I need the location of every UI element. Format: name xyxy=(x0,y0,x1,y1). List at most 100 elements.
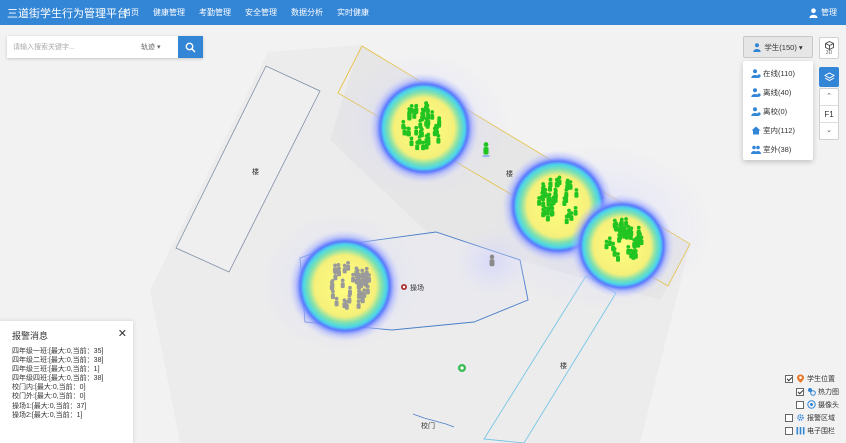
search-bar: 轨迹 ▾ xyxy=(7,36,203,58)
floor-switcher: ⌃ F1 ⌄ xyxy=(819,88,839,140)
student-figure xyxy=(631,250,636,260)
nav-home[interactable]: 首页 xyxy=(123,7,139,18)
search-mode-label: 轨迹 xyxy=(141,44,155,51)
search-button[interactable] xyxy=(178,36,203,58)
user-label: 管理 xyxy=(821,8,837,17)
layer-checkbox[interactable] xyxy=(785,413,793,422)
menu-item-outdoor[interactable]: 室外(38) xyxy=(743,140,813,159)
layers-button[interactable] xyxy=(819,67,839,87)
user-icon xyxy=(753,42,762,52)
layer-checkbox[interactable] xyxy=(796,400,804,409)
map-label-building-left: 楼 xyxy=(252,169,259,176)
student-filter-menu: 在线(110) 离线(40) 离校(0) 室内(112) 室外(38) xyxy=(743,61,813,160)
alarm-line: 四年级三班:[最大:0,当前：1] xyxy=(12,366,100,374)
student-figure xyxy=(541,197,546,208)
close-icon[interactable]: ✕ xyxy=(118,327,127,340)
student-figure xyxy=(421,140,426,151)
student-figure xyxy=(351,272,356,283)
student-figure xyxy=(537,196,542,206)
app-title: 三道街学生行为管理平台 xyxy=(7,7,128,20)
nav-safety[interactable]: 安全管理 xyxy=(245,7,277,18)
user-left-icon xyxy=(751,107,761,116)
floor-down-icon[interactable]: ⌄ xyxy=(826,123,832,139)
layer-label: 电子围栏 xyxy=(807,427,835,435)
menu-item-label: 离线(40) xyxy=(763,88,792,97)
student-figure xyxy=(414,125,419,136)
menu-item-label: 在线(110) xyxy=(763,69,795,78)
menu-item-label: 离校(0) xyxy=(763,107,788,116)
heatmap-blob xyxy=(369,73,479,183)
map-label-playground: 操场 xyxy=(410,285,424,292)
user-menu[interactable]: 管理 xyxy=(809,7,837,18)
student-figure xyxy=(614,221,619,232)
search-icon xyxy=(185,42,196,53)
floor-up-icon[interactable]: ⌃ xyxy=(826,89,832,105)
alarm-line: 操场1:[最大:0,当前：37] xyxy=(12,402,87,410)
student-figure xyxy=(549,206,554,217)
menu-item-label: 室外(38) xyxy=(763,145,792,154)
student-filter-button[interactable]: 学生(150) ▾ xyxy=(743,36,813,58)
alarm-line: 校门内:[最大:0,当前：0] xyxy=(12,384,86,392)
layer-camera[interactable]: 摄像头 xyxy=(785,398,846,411)
student-figure xyxy=(436,133,441,144)
student-filter-label: 学生(150) xyxy=(764,42,797,52)
student-figure xyxy=(432,126,437,137)
home-icon xyxy=(751,126,761,135)
menu-item-indoor[interactable]: 室内(112) xyxy=(743,121,813,140)
student-figure xyxy=(574,188,579,198)
layer-electronic-fence[interactable]: 电子围栏 xyxy=(785,424,846,437)
nav-realtime-health[interactable]: 实时健康 xyxy=(337,7,369,18)
layer-alarm-area[interactable]: 报警区域 xyxy=(785,411,846,424)
gear-icon xyxy=(797,414,804,421)
menu-item-left-school[interactable]: 离校(0) xyxy=(743,102,813,121)
student-figure xyxy=(337,266,341,277)
layer-checkbox[interactable] xyxy=(785,374,793,383)
alarm-title: 报警消息 xyxy=(12,331,49,341)
menu-item-online[interactable]: 在线(110) xyxy=(743,64,813,83)
group-icon xyxy=(751,145,761,154)
view-3d-button[interactable]: 3D xyxy=(819,37,839,59)
location-pin-icon xyxy=(797,374,804,383)
layer-label: 热力图 xyxy=(818,388,839,396)
floor-current[interactable]: F1 xyxy=(820,105,838,123)
student-figure xyxy=(628,230,633,240)
student-figure xyxy=(334,296,339,307)
layer-checkbox[interactable] xyxy=(785,426,793,435)
student-figure xyxy=(415,140,420,151)
heatmap-icon xyxy=(808,388,816,396)
alarm-line: 校门外:[最大:0,当前：0] xyxy=(12,393,86,401)
student-figure xyxy=(412,109,417,119)
alarm-line: 四年级四班:[最大:0,当前：38] xyxy=(12,375,104,383)
nav-health[interactable]: 健康管理 xyxy=(153,7,185,18)
student-figure xyxy=(562,196,567,206)
top-nav-bar: 三道街学生行为管理平台 首页 健康管理 考勤管理 安全管理 数据分析 实时健康 … xyxy=(0,0,846,25)
layer-student-location[interactable]: 学生位置 xyxy=(785,372,846,385)
layer-legend: 学生位置 热力图 摄像头 报警区域 电子围栏 xyxy=(785,372,846,437)
alarm-panel: 报警消息 ✕ 四年级一班:[最大:0,当前：35] 四年级二班:[最大:0,当前… xyxy=(0,321,133,443)
student-marker[interactable] xyxy=(483,142,489,155)
student-figure xyxy=(541,207,546,218)
student-figure xyxy=(365,284,370,295)
student-figure xyxy=(333,270,338,281)
student-figure xyxy=(344,300,349,310)
student-figure xyxy=(360,293,365,304)
student-figure xyxy=(616,252,620,262)
student-figure xyxy=(407,110,412,121)
layer-heatmap[interactable]: 热力图 xyxy=(785,385,846,398)
heatmap-blob xyxy=(570,194,674,298)
student-figure xyxy=(554,177,559,188)
layer-checkbox[interactable] xyxy=(796,387,804,396)
nav-attendance[interactable]: 考勤管理 xyxy=(199,7,231,18)
student-figure xyxy=(430,110,435,120)
student-figure xyxy=(573,205,578,216)
nav-analytics[interactable]: 数据分析 xyxy=(291,7,323,18)
search-input[interactable] xyxy=(7,37,135,57)
map-label-building-bottom: 楼 xyxy=(560,363,567,370)
student-figure xyxy=(409,136,414,147)
search-mode-select[interactable]: 轨迹 ▾ xyxy=(135,42,177,52)
menu-item-offline[interactable]: 离线(40) xyxy=(743,83,813,102)
student-marker-offline[interactable] xyxy=(489,254,495,267)
student-figure xyxy=(342,263,347,274)
student-figure xyxy=(546,202,551,213)
layer-label: 报警区域 xyxy=(807,414,835,422)
